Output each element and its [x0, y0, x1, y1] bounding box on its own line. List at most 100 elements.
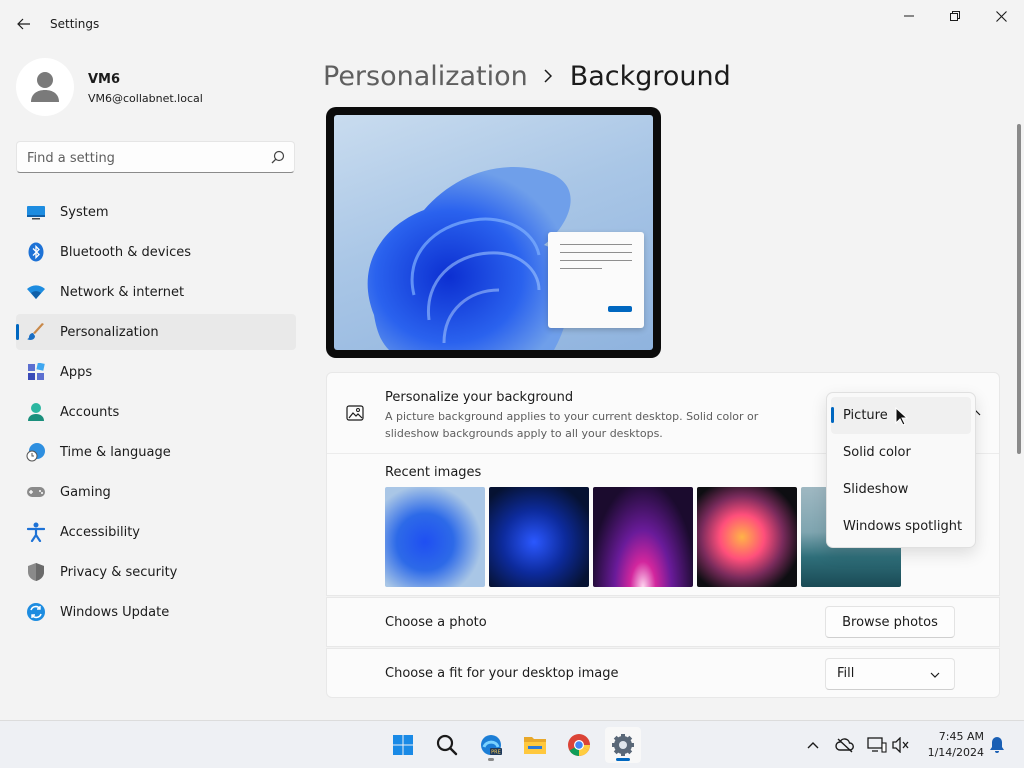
active-indicator — [616, 758, 630, 761]
scrollbar[interactable] — [1017, 124, 1021, 454]
sidebar-item-label: Bluetooth & devices — [60, 244, 191, 260]
sidebar-item-windows-update[interactable]: Windows Update — [16, 594, 296, 630]
tray-cloud-offline[interactable] — [835, 735, 855, 755]
person-silhouette-icon — [31, 72, 59, 102]
taskbar-clock[interactable]: 7:45 AM 1/14/2024 — [918, 729, 984, 761]
preview-line — [560, 260, 632, 261]
chevron-right-icon — [544, 69, 556, 83]
sidebar-item-label: Gaming — [60, 484, 111, 500]
wifi-icon — [26, 282, 46, 302]
background-setting-title: Personalize your background — [385, 390, 574, 405]
windows-start-icon — [393, 735, 413, 755]
user-email: VM6@collabnet.local — [88, 92, 203, 105]
chevron-down-icon — [930, 672, 940, 678]
monitor-icon — [26, 202, 46, 222]
bell-icon — [990, 737, 1004, 753]
dropdown-option-slideshow[interactable]: Slideshow — [827, 471, 975, 508]
choose-fit-row: Choose a fit for your desktop image Fill — [326, 648, 1000, 698]
search-icon — [271, 150, 285, 164]
start-button[interactable] — [385, 727, 421, 763]
apps-icon — [26, 362, 46, 382]
wallpaper-preview-image — [334, 115, 653, 350]
clock-time: 7:45 AM — [938, 730, 984, 743]
running-indicator — [488, 758, 494, 761]
dropdown-option-solid-color[interactable]: Solid color — [827, 434, 975, 471]
bluetooth-icon — [26, 242, 46, 262]
sidebar-item-gaming[interactable]: Gaming — [16, 474, 296, 510]
sidebar-item-system[interactable]: System — [16, 194, 296, 230]
update-icon — [26, 602, 46, 622]
recent-images-title: Recent images — [385, 465, 482, 480]
search-input[interactable] — [27, 148, 257, 168]
gamepad-icon — [26, 482, 46, 502]
taskbar-edge-beta[interactable]: PRE — [473, 727, 509, 763]
recent-image-thumbnail[interactable] — [697, 487, 797, 587]
sidebar-item-label: Apps — [60, 364, 93, 380]
preview-button — [608, 306, 632, 312]
notifications-button[interactable] — [987, 735, 1007, 755]
edge-beta-icon: PRE — [481, 735, 502, 756]
recent-image-thumbnail[interactable] — [489, 487, 589, 587]
brush-icon — [26, 322, 46, 342]
recent-image-thumbnail[interactable] — [593, 487, 693, 587]
tray-network[interactable] — [867, 735, 887, 755]
user-card[interactable]: VM6 VM6@collabnet.local — [16, 58, 296, 118]
minimize-button[interactable] — [886, 4, 932, 28]
mouse-cursor-icon — [895, 407, 909, 426]
sidebar-item-label: Personalization — [60, 324, 159, 340]
taskbar-file-explorer[interactable] — [517, 727, 553, 763]
search-icon — [436, 734, 458, 756]
choose-fit-label: Choose a fit for your desktop image — [385, 666, 619, 681]
sidebar-item-network[interactable]: Network & internet — [16, 274, 296, 310]
browse-photos-button[interactable]: Browse photos — [825, 606, 955, 638]
close-icon — [995, 10, 1007, 22]
sidebar-item-accounts[interactable]: Accounts — [16, 394, 296, 430]
sidebar-item-time-language[interactable]: Time & language — [16, 434, 296, 470]
taskbar-chrome[interactable] — [561, 727, 597, 763]
close-button[interactable] — [978, 4, 1024, 28]
person-icon — [26, 402, 46, 422]
dropdown-option-windows-spotlight[interactable]: Windows spotlight — [827, 508, 975, 545]
back-button[interactable] — [12, 12, 36, 36]
tray-volume[interactable] — [891, 735, 911, 755]
sidebar-item-personalization[interactable]: Personalization — [16, 314, 296, 350]
network-monitor-icon — [867, 737, 887, 753]
clock-date: 1/14/2024 — [927, 746, 984, 759]
sidebar-item-apps[interactable]: Apps — [16, 354, 296, 390]
fit-value: Fill — [837, 666, 855, 681]
sidebar-item-accessibility[interactable]: Accessibility — [16, 514, 296, 550]
sidebar-item-label: Time & language — [60, 444, 171, 460]
sidebar-item-label: Network & internet — [60, 284, 185, 300]
minimize-icon — [904, 15, 914, 17]
search-box[interactable] — [16, 141, 295, 173]
file-explorer-icon — [524, 737, 546, 754]
page-title: Background — [569, 60, 731, 92]
settings-gear-icon — [612, 734, 634, 756]
cloud-offline-icon — [835, 738, 854, 753]
tray-overflow-button[interactable] — [803, 735, 823, 755]
accessibility-icon — [26, 522, 46, 542]
sidebar-item-label: Accessibility — [60, 524, 140, 540]
sidebar-item-bluetooth[interactable]: Bluetooth & devices — [16, 234, 296, 270]
maximize-button[interactable] — [932, 4, 978, 28]
choose-photo-row: Choose a photo Browse photos — [326, 597, 1000, 647]
taskbar-settings[interactable] — [605, 727, 641, 763]
back-arrow-icon — [17, 18, 30, 30]
sidebar-item-label: Windows Update — [60, 604, 170, 620]
choose-photo-label: Choose a photo — [385, 615, 487, 630]
background-setting-description: A picture background applies to your cur… — [385, 410, 759, 440]
sidebar-item-label: System — [60, 204, 109, 220]
shield-icon — [26, 562, 46, 582]
chrome-icon — [568, 734, 590, 756]
recent-image-thumbnail[interactable] — [385, 487, 485, 587]
restore-icon — [950, 11, 960, 21]
breadcrumb: Personalization Background — [323, 58, 731, 94]
breadcrumb-parent[interactable]: Personalization — [323, 61, 528, 92]
clock-globe-icon — [26, 442, 46, 462]
sidebar-nav: System Bluetooth & devices Network & int… — [16, 194, 296, 634]
taskbar-search-button[interactable] — [429, 727, 465, 763]
preview-line — [560, 252, 632, 253]
preview-window-mockup — [548, 232, 644, 328]
sidebar-item-privacy-security[interactable]: Privacy & security — [16, 554, 296, 590]
fit-dropdown[interactable]: Fill — [825, 658, 955, 690]
